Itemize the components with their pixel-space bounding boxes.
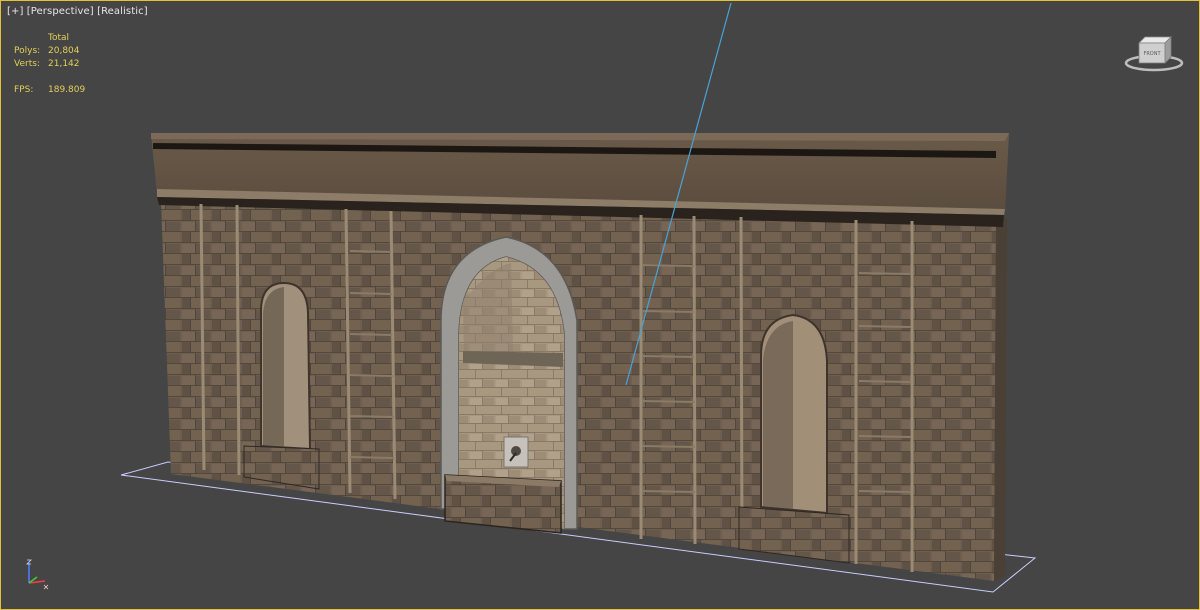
viewport-shading-menu[interactable]: [Realistic]: [97, 6, 148, 17]
scene-statistics: Total Polys: 20,804 Verts: 21,142 FPS: 189.…: [14, 32, 85, 97]
fountain-spout: [503, 436, 529, 468]
viewcube-icon[interactable]: FRONT: [1123, 31, 1185, 73]
viewport-label-menu[interactable]: [+] [Perspective] [Realistic]: [7, 6, 148, 17]
viewport-point-of-view-menu[interactable]: [Perspective]: [27, 6, 94, 17]
stats-header: Total: [48, 33, 70, 43]
xyz-axis-tripod-icon: [26, 559, 49, 590]
verts-label: Verts:: [14, 59, 40, 69]
wall-side-face: [994, 217, 1007, 581]
fps-label: FPS:: [14, 85, 34, 95]
polys-value: 20,804: [48, 46, 80, 56]
viewport-plus-menu[interactable]: [+]: [7, 6, 23, 17]
viewcube-face-label: FRONT: [1143, 51, 1161, 57]
polys-label: Polys:: [14, 46, 41, 56]
fps-value: 189.809: [48, 85, 86, 95]
verts-value: 21,142: [48, 59, 80, 69]
scene-render[interactable]: [1, 1, 1200, 610]
perspective-viewport[interactable]: [+] [Perspective] [Realistic] Total Poly…: [0, 0, 1200, 610]
